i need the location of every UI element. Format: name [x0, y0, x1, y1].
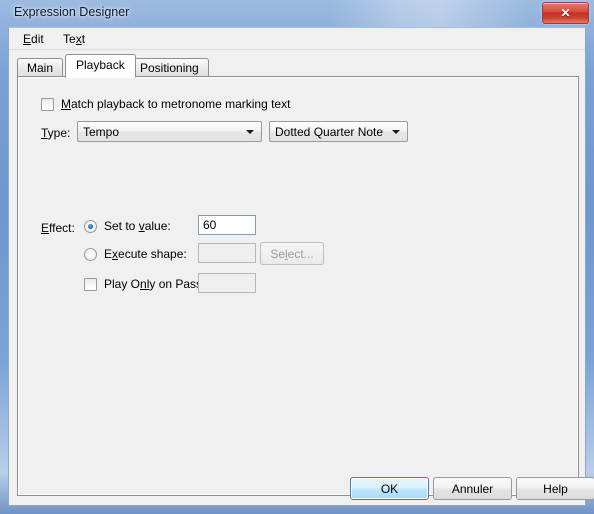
play-only-on-pass-row: Play Only on Pass: [84, 277, 205, 291]
help-button-label: Help [543, 481, 568, 496]
match-playback-row: Match playback to metronome marking text [41, 97, 290, 111]
effect-label: Effect: [41, 221, 75, 235]
match-playback-checkbox[interactable] [41, 97, 54, 111]
type-dropdown-value: Tempo [83, 124, 120, 139]
tab-main-label: Main [27, 61, 54, 75]
select-shape-button-label: Select... [270, 246, 314, 261]
chevron-down-icon [392, 129, 400, 134]
note-value-dropdown-value: Dotted Quarter Note [275, 124, 384, 139]
tab-strip: Main Playback Positioning [17, 54, 579, 78]
tab-panel-playback: Match playback to metronome marking text… [17, 76, 579, 496]
execute-shape-radio[interactable] [84, 247, 97, 261]
tab-playback[interactable]: Playback [65, 54, 136, 78]
window-frame: Expression Designer ✕ Edit Text Main Pla… [0, 0, 594, 514]
match-playback-label: Match playback to metronome marking text [61, 97, 291, 111]
note-value-dropdown[interactable]: Dotted Quarter Note [269, 121, 408, 142]
set-to-value-input-text: 60 [203, 218, 217, 232]
dialog-client-area: Edit Text Main Playback Positioning Matc… [8, 27, 594, 506]
play-only-on-pass-input[interactable] [198, 273, 256, 293]
execute-shape-input[interactable] [198, 243, 256, 263]
select-shape-button[interactable]: Select... [260, 242, 324, 265]
tab-panel-inner: Match playback to metronome marking text… [18, 77, 578, 495]
menu-bar: Edit Text [9, 28, 585, 50]
set-to-value-row: Set to value: [84, 219, 171, 233]
play-only-on-pass-checkbox[interactable] [84, 277, 97, 291]
close-button[interactable]: ✕ [542, 2, 589, 24]
menu-item-text[interactable]: Text [58, 31, 90, 47]
type-label: Type: [41, 126, 71, 140]
cancel-button-label: Annuler [451, 481, 494, 496]
set-to-value-input[interactable]: 60 [198, 215, 256, 235]
ok-button[interactable]: OK [350, 477, 429, 500]
tab-positioning[interactable]: Positioning [130, 58, 209, 77]
set-to-value-radio[interactable] [84, 219, 97, 233]
tab-main[interactable]: Main [17, 58, 64, 77]
menu-item-edit[interactable]: Edit [18, 31, 49, 47]
titlebar-glass-highlight [330, 0, 530, 27]
tab-positioning-label: Positioning [140, 61, 199, 75]
set-to-value-label: Set to value: [104, 219, 171, 233]
chevron-down-icon [246, 129, 254, 134]
execute-shape-row: Execute shape: [84, 247, 187, 261]
ok-button-label: OK [380, 481, 399, 496]
execute-shape-label: Execute shape: [104, 247, 187, 261]
window-title: Expression Designer [14, 5, 130, 19]
help-button[interactable]: Help [516, 477, 594, 500]
type-dropdown[interactable]: Tempo [77, 121, 262, 142]
play-only-on-pass-label: Play Only on Pass: [104, 277, 206, 291]
close-icon: ✕ [560, 6, 571, 20]
cancel-button[interactable]: Annuler [433, 477, 512, 500]
title-bar[interactable]: Expression Designer ✕ [0, 0, 594, 27]
tab-playback-label: Playback [76, 58, 125, 72]
